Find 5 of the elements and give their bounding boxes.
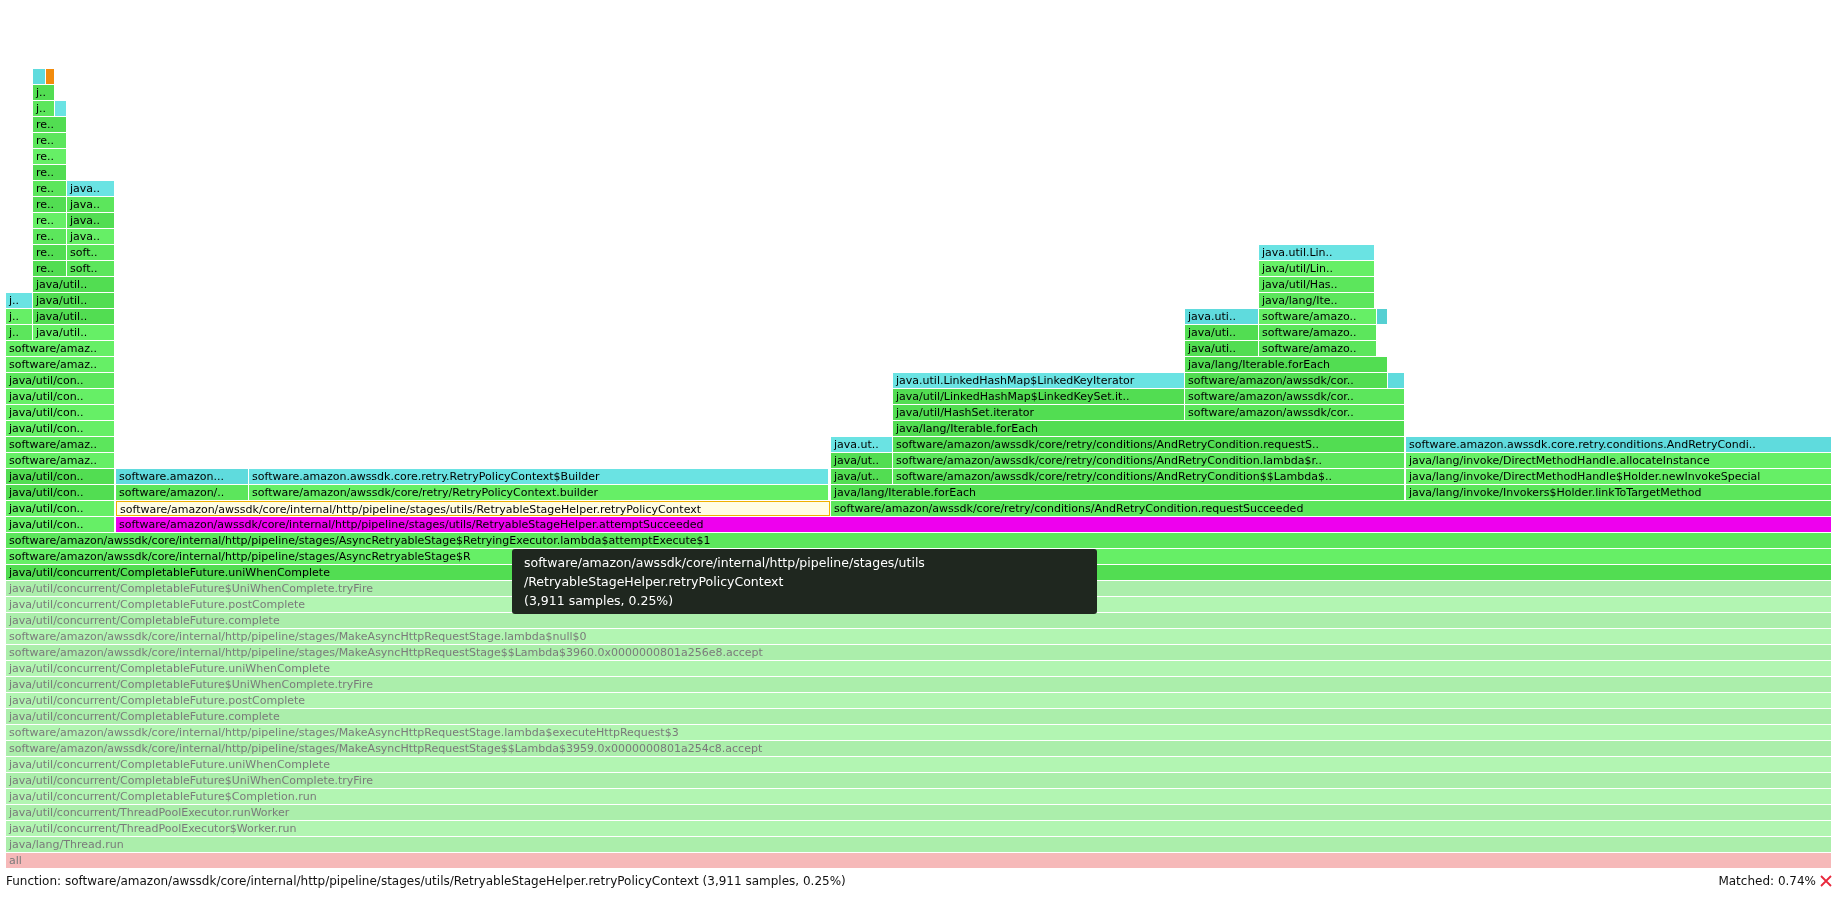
matched-status: Matched: 0.74% bbox=[1718, 873, 1816, 890]
function-status: Function: software/amazon/awssdk/core/internal/http/pipeline/stages/utils/RetryableStageHelper.retryPolicyContext (3,911 samples, 0.25%) bbox=[6, 873, 846, 890]
tooltip-text: software/amazon/awssdk/core/internal/http/pipeline/stages/utils bbox=[524, 554, 926, 572]
tooltip-text: /RetryableStageHelper.retryPolicyContext bbox=[524, 573, 785, 591]
tooltip-stats: (3,911 samples, 0.25%) bbox=[524, 592, 675, 610]
